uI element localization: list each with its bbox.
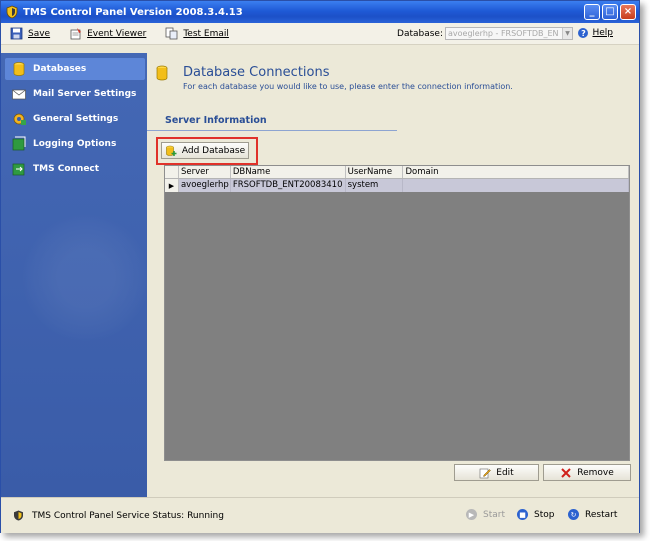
main-content: Database Connections For each database y… [147,53,639,497]
sidebar-item-tms-connect[interactable]: TMS Connect [5,158,145,180]
add-database-label: Add Database [181,145,246,156]
column-header-username[interactable]: UserName [346,166,404,178]
sidebar-item-logging-options[interactable]: Logging Options [5,133,145,155]
grid-corner [165,166,179,178]
edit-icon [479,468,492,478]
save-icon [10,27,23,40]
toolbar: Save Event Viewer Test Email Database: a… [1,23,639,45]
sidebar-watermark [21,213,147,343]
column-header-dbname[interactable]: DBName [231,166,346,178]
table-row[interactable]: ▶ avoeglerhp FRSOFTDB_ENT20083410 system [165,179,629,192]
page-subtitle: For each database you would like to use,… [183,82,513,91]
event-viewer-label: Event Viewer [87,28,147,39]
section-divider [147,130,397,131]
edit-label: Edit [496,467,514,478]
chevron-down-icon: ▼ [562,28,572,39]
help-label: Help [592,28,613,38]
sidebar-item-label: Mail Server Settings [33,89,137,99]
minimize-button[interactable]: _ [584,4,600,20]
sidebar-item-label: Databases [33,64,87,74]
test-email-label: Test Email [183,28,229,39]
stop-label: Stop [534,509,555,520]
sidebar-item-databases[interactable]: Databases [5,58,145,80]
database-dropdown[interactable]: avoeglerhp - FRSOFTDB_EN ▼ [445,27,573,40]
start-icon: ▶ [466,509,477,520]
cell-domain[interactable] [403,179,629,192]
event-viewer-icon [70,28,82,40]
sidebar-item-label: Logging Options [33,139,117,149]
remove-button[interactable]: Remove [543,464,631,481]
settings-icon [13,113,26,125]
help-button[interactable]: ? Help [578,28,613,38]
edit-button[interactable]: Edit [454,464,539,481]
row-indicator-icon: ▶ [165,179,179,192]
sidebar: Databases Mail Server Settings General S… [1,53,147,497]
database-grid[interactable]: Server DBName UserName Domain ▶ avoegler… [164,165,630,461]
restart-button[interactable]: ↻ Restart [568,509,617,520]
stop-icon: ■ [517,509,528,520]
cell-username[interactable]: system [346,179,404,192]
restart-label: Restart [585,509,618,520]
column-header-domain[interactable]: Domain [403,166,629,178]
grid-header: Server DBName UserName Domain [165,166,629,179]
help-icon: ? [578,28,589,38]
start-label: Start [483,509,505,520]
title-bar: TMS Control Panel Version 2008.3.4.13 _ … [1,1,639,23]
stop-button[interactable]: ■ Stop [517,509,554,520]
start-button[interactable]: ▶ Start [466,509,505,520]
logging-icon [12,136,26,151]
sidebar-item-general-settings[interactable]: General Settings [5,108,145,130]
save-button[interactable]: Save [10,27,50,40]
test-email-icon [165,27,178,40]
restart-icon: ↻ [568,509,579,520]
add-database-icon [166,145,177,156]
status-bar: TMS Control Panel Service Status: Runnin… [1,497,639,533]
maximize-button[interactable]: □ [602,4,618,20]
test-email-button[interactable]: Test Email [165,27,229,40]
sidebar-item-label: TMS Connect [33,164,100,174]
sidebar-item-mail-server-settings[interactable]: Mail Server Settings [5,83,145,105]
caption-buttons: _ □ × [584,4,636,20]
sidebar-item-label: General Settings [33,114,119,124]
add-database-button[interactable]: Add Database [161,142,249,159]
app-icon [6,5,18,19]
database-header-icon [156,65,168,81]
service-status-text: TMS Control Panel Service Status: Runnin… [32,510,224,521]
database-dropdown-value: avoeglerhp - FRSOFTDB_EN [448,29,559,38]
database-label: Database: [397,28,443,39]
cell-dbname[interactable]: FRSOFTDB_ENT20083410 [231,179,346,192]
database-icon [13,62,25,76]
page-title: Database Connections [183,65,330,80]
service-status-icon [14,510,23,521]
section-label: Server Information [165,115,267,126]
remove-icon [561,467,571,478]
connect-icon [12,163,25,176]
cell-server[interactable]: avoeglerhp [179,179,231,192]
column-header-server[interactable]: Server [179,166,231,178]
close-button[interactable]: × [620,4,636,20]
window-title: TMS Control Panel Version 2008.3.4.13 [23,6,243,18]
app-window: TMS Control Panel Version 2008.3.4.13 _ … [0,0,640,533]
mail-icon [12,89,26,100]
save-label: Save [28,28,51,39]
remove-label: Remove [577,467,614,478]
database-selector: Database: avoeglerhp - FRSOFTDB_EN ▼ [397,27,573,40]
event-viewer-button[interactable]: Event Viewer [69,27,146,40]
